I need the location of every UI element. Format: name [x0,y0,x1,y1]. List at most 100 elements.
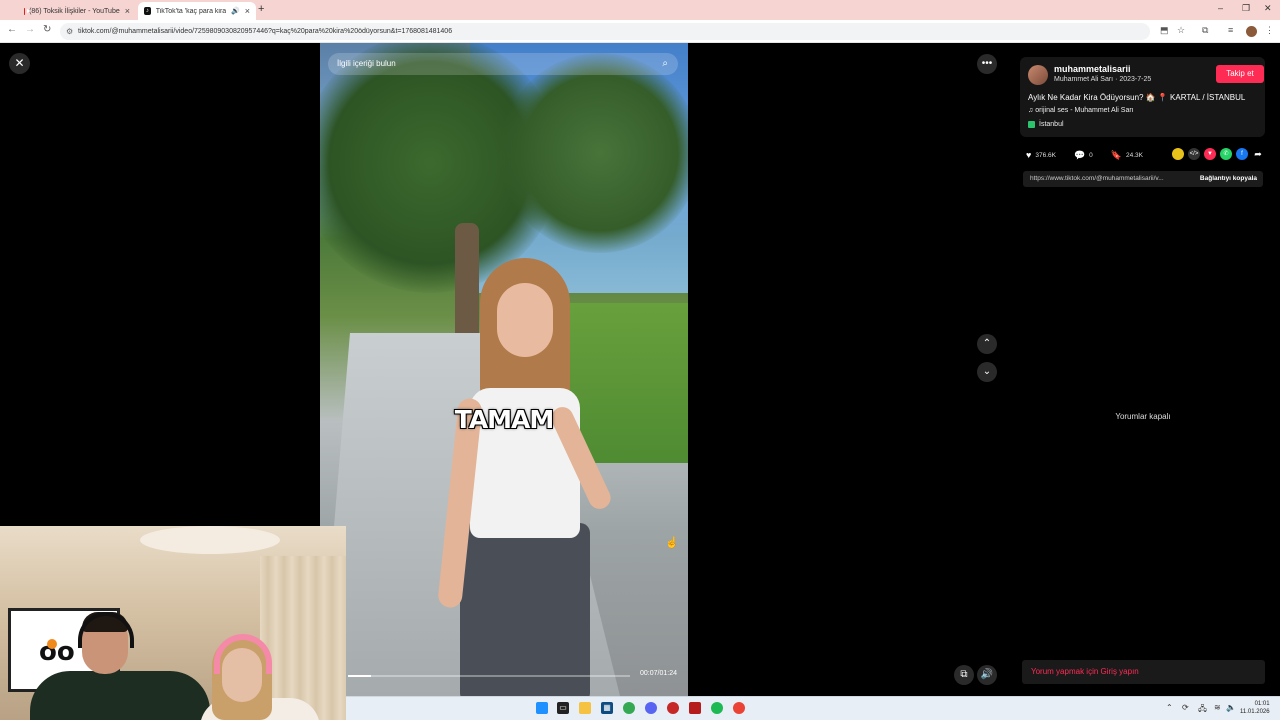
post-location[interactable]: İstanbul [1028,121,1064,128]
share-link-url[interactable]: https://www.tiktok.com/@muhammetalisarii… [1030,171,1164,187]
browser-menu-icon[interactable]: ⋮ [1265,25,1274,36]
app-red-icon[interactable] [667,702,679,714]
chrome-active-icon[interactable] [733,702,745,714]
tab-title: TikTok'ta 'kaç para kira ödü [155,7,227,15]
post-info-card: muhammetalisarii Muhammet Ali Sarı · 202… [1020,57,1265,137]
chevron-up-icon: ⌃ [982,338,992,349]
network-icon[interactable]: 🖧 [1198,703,1207,717]
extensions-icon[interactable]: ⧉ [1202,25,1208,36]
video-caption: TAMAM [454,405,555,434]
forward-icon[interactable]: → [25,24,35,35]
copy-link-button[interactable]: Bağlantıyı kopyala [1200,171,1257,187]
tiktok-icon: ♪ [144,7,151,15]
tab-title: (86) Toksik İlişkiler - YouTube [29,7,120,15]
next-video-button[interactable]: ⌄ [977,362,997,382]
back-icon[interactable]: ← [7,24,17,35]
clock-time: 01:01 [1254,701,1270,707]
audio-playing-icon[interactable]: 🔊 [231,7,240,15]
comment-icon[interactable]: 💬 [1074,150,1085,161]
post-stats: ♥ 376.6K 💬 0 🔖 24.3K [1026,149,1143,161]
tray-chevron-icon[interactable]: ⌃ [1166,703,1173,712]
site-info-icon[interactable]: ⚙ [66,23,73,40]
creator-username[interactable]: muhammetalisarii [1054,64,1131,74]
comment-login-prompt[interactable]: Yorum yapmak için Giriş yapın [1022,660,1265,684]
profile-avatar[interactable] [1246,26,1257,37]
media-control-icon[interactable]: ≡ [1228,25,1233,35]
spotify-icon[interactable] [711,702,723,714]
chevron-down-icon: ⌄ [982,366,992,377]
creator-avatar[interactable] [1028,65,1048,85]
comments-disabled-notice: Yorumlar kapalı [1115,412,1171,421]
bookmark-icon[interactable]: 🔖 [1111,150,1122,161]
video-progress-fill [348,675,372,677]
share-link-box: https://www.tiktok.com/@muhammetalisarii… [1023,171,1263,187]
url-input[interactable]: ⚙ tiktok.com/@muhammetalisarii/video/725… [60,23,1150,40]
close-tab-icon[interactable]: × [245,6,250,16]
app-tile-icon[interactable] [689,702,701,714]
reload-icon[interactable]: ↻ [43,24,51,35]
taskbar-clock[interactable]: 01:01 11.01.2026 [1240,700,1270,716]
share-coin-icon[interactable] [1172,148,1184,160]
previous-video-button[interactable]: ⌃ [977,334,997,354]
volume-button[interactable]: 🔊 [977,665,997,685]
floating-player-icon: ⧉ [960,669,968,680]
minimize-icon[interactable]: – [1218,3,1223,13]
save-count: 24.3K [1126,151,1144,159]
discord-icon[interactable] [645,702,657,714]
app-icon[interactable]: ▦ [601,702,613,714]
window-close-icon[interactable]: ✕ [1264,3,1272,14]
music-label: orijinal ses - Muhammet Ali Sarı [1035,107,1134,114]
embed-icon[interactable]: </> [1188,148,1200,160]
webcam-curtain [260,556,346,720]
close-tab-icon[interactable]: × [125,6,130,16]
post-music[interactable]: ♫ orijinal ses - Muhammet Ali Sarı [1028,107,1134,114]
share-arrow-icon[interactable]: ➦ [1252,148,1264,160]
mouse-cursor-icon: ☝ [665,537,679,549]
video-progress-bar[interactable] [348,675,630,677]
creator-name-date: Muhammet Ali Sarı · 2023-7-25 [1054,76,1152,83]
close-icon: ✕ [14,56,25,70]
tray-app-icon[interactable]: ⟳ [1182,703,1189,712]
video-frame-person [460,523,590,696]
address-bar: ← → ↻ ⚙ tiktok.com/@muhammetalisarii/vid… [0,20,1280,43]
related-search-input[interactable]: İlgili içeriği bulun ⌕ [328,53,678,75]
share-send-icon[interactable]: ▼ [1204,148,1216,160]
location-label: İstanbul [1039,121,1064,128]
install-app-icon[interactable]: ⬒ [1160,25,1169,36]
more-options-button[interactable]: ••• [977,54,997,74]
windows-taskbar: ▭ ▦ ⌃ ⟳ 🖧 ≋ 🔈 01:01 11.01.2026 [346,696,1280,720]
url-text: tiktok.com/@muhammetalisarii/video/72598… [78,28,453,35]
search-icon[interactable]: ⌕ [662,53,668,75]
wifi-icon[interactable]: ≋ [1214,703,1221,712]
search-placeholder: İlgili içeriği bulun [337,59,396,68]
facebook-icon[interactable]: f [1236,148,1248,160]
location-icon [1028,121,1035,128]
webcam-ceiling-light [140,526,280,554]
post-description: Aylık Ne Kadar Kira Ödüyorsun? 🏠 📍 KARTA… [1028,93,1246,102]
speaker-icon[interactable]: 🔈 [1226,703,1236,712]
browser-tab-bar: (86) Toksik İlişkiler - YouTube × ♪ TikT… [0,0,1280,20]
webcam-overlay: oo [0,526,346,720]
follow-button[interactable]: Takip et [1216,65,1264,83]
streamer-body [30,671,210,720]
whatsapp-icon[interactable]: ✆ [1220,148,1232,160]
maximize-icon[interactable]: ❐ [1242,3,1250,14]
video-frame-person [497,283,553,357]
close-video-button[interactable]: ✕ [9,53,30,74]
tab-tiktok[interactable]: ♪ TikTok'ta 'kaç para kira ödü 🔊 × [138,2,256,20]
video-timecode: 00:07/01:24 [640,670,677,677]
tab-youtube[interactable]: (86) Toksik İlişkiler - YouTube × [18,2,136,20]
bookmark-star-icon[interactable]: ☆ [1177,25,1185,36]
monitor-logo-dot [47,639,57,649]
new-tab-button[interactable]: + [258,3,264,15]
chrome-icon[interactable] [623,702,635,714]
volume-icon: 🔊 [980,669,994,680]
monitor-logo: oo [39,637,75,667]
file-explorer-icon[interactable] [579,702,591,714]
video-frame-palm [500,53,688,253]
picture-in-picture-button[interactable]: ⧉ [954,665,974,685]
heart-icon[interactable]: ♥ [1026,150,1031,160]
start-icon[interactable] [536,702,548,714]
video-player[interactable]: İlgili içeriği bulun ⌕ TAMAM 00:07/01:24… [320,43,688,696]
task-view-icon[interactable]: ▭ [557,702,569,714]
